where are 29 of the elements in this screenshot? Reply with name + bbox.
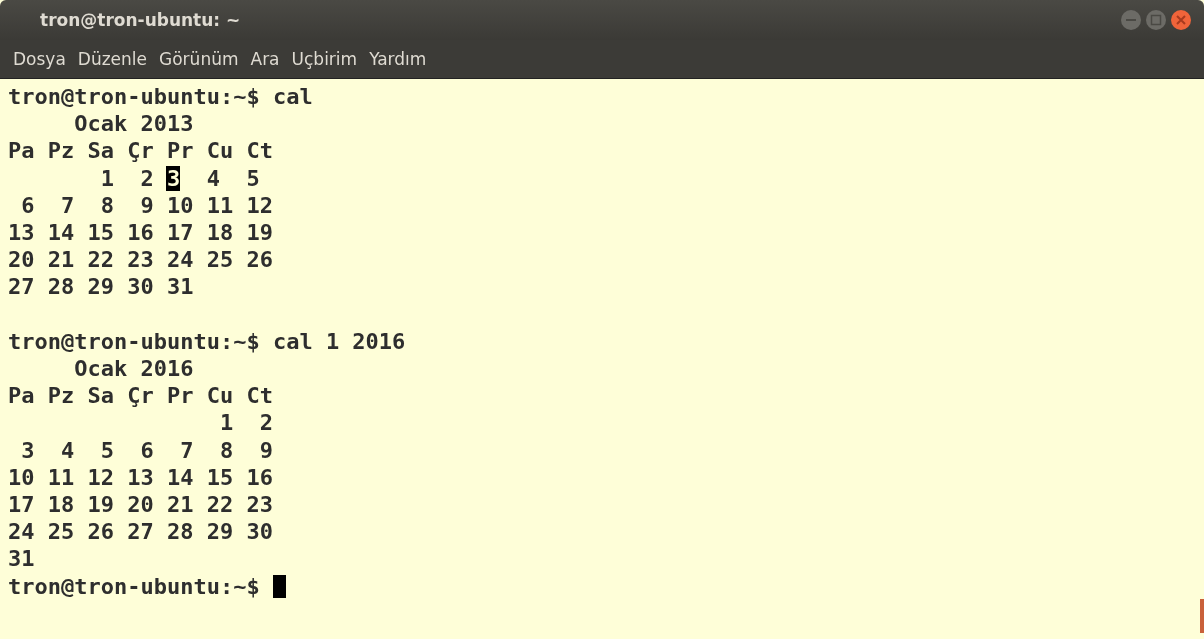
terminal-line: 31 bbox=[8, 545, 35, 573]
scrollbar-thumb[interactable] bbox=[1200, 599, 1204, 633]
menu-item[interactable]: Ara bbox=[245, 45, 285, 73]
terminal-line: 6 7 8 9 10 11 12 bbox=[20, 191, 273, 219]
menu-item[interactable]: Uçbirim bbox=[286, 45, 363, 73]
terminal-line: 13 14 15 16 17 18 19 bbox=[8, 219, 273, 247]
terminal-line: 20 21 22 23 24 25 26 bbox=[8, 246, 273, 274]
menu-item[interactable]: Dosya bbox=[8, 45, 71, 73]
terminal-line: tron@tron-ubuntu:~$ bbox=[8, 572, 261, 600]
menu-item[interactable]: Görünüm bbox=[154, 45, 244, 73]
terminal-line: 17 18 19 20 21 22 23 bbox=[8, 491, 273, 519]
terminal-line: 1 2 3 4 5 bbox=[99, 164, 260, 192]
terminal-line: Pa Pz Sa Çr Pr Cu Ct bbox=[8, 137, 273, 165]
terminal-line: 1 2 bbox=[218, 409, 273, 437]
terminal-line: tron@tron-ubuntu:~$ cal 1 2016 bbox=[8, 327, 406, 355]
terminal-line: 24 25 26 27 28 29 30 bbox=[8, 518, 273, 546]
terminal-line: Ocak 2013 bbox=[73, 110, 194, 138]
terminal-line: Pa Pz Sa Çr Pr Cu Ct bbox=[8, 382, 273, 410]
terminal-line: Ocak 2016 bbox=[73, 355, 194, 383]
minimize-icon[interactable] bbox=[1120, 9, 1142, 31]
close-icon[interactable] bbox=[1170, 9, 1192, 31]
window-title: tron@tron-ubuntu: ~ bbox=[40, 10, 241, 30]
maximize-icon[interactable] bbox=[1145, 9, 1167, 31]
terminal-line: 10 11 12 13 14 15 16 bbox=[8, 463, 273, 492]
menu-item[interactable]: Düzenle bbox=[72, 45, 153, 73]
terminal-line: tron@tron-ubuntu:~$ cal bbox=[8, 83, 313, 111]
terminal-line: 27 28 29 30 31 bbox=[8, 273, 194, 301]
menu-item[interactable]: Yardım bbox=[364, 45, 432, 73]
terminal-line: 3 4 5 6 7 8 9 bbox=[20, 436, 273, 464]
